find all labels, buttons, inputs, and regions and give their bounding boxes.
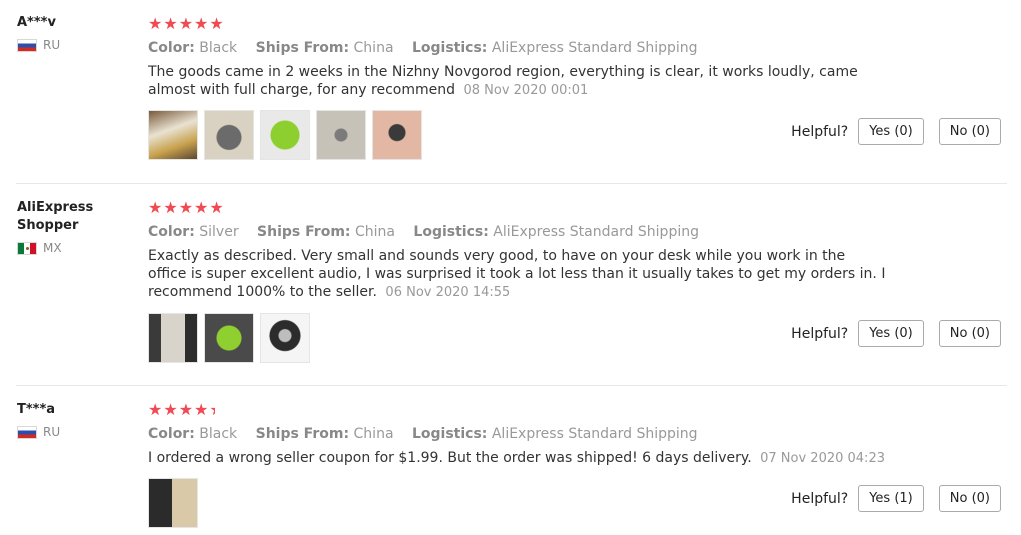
- review-photos: [148, 110, 422, 160]
- review-item: AliExpress Shopper MX ★★★★★ Color: Silve…: [0, 184, 1021, 385]
- star-icon: ★: [178, 198, 195, 217]
- review-photo[interactable]: [148, 110, 198, 160]
- reviewer-info: T***a RU: [17, 401, 127, 439]
- helpful-yes-button[interactable]: Yes (1): [858, 485, 924, 512]
- star-icon: ★: [194, 14, 210, 33]
- helpful-no-button[interactable]: No (0): [938, 485, 1001, 512]
- star-icon: ★: [148, 400, 164, 419]
- star-icon: ★: [194, 198, 210, 217]
- helpful-label: Helpful?: [791, 490, 849, 507]
- review-content: ★★★★★ Color: Black Ships From: China Log…: [148, 401, 1008, 468]
- review-photo[interactable]: [148, 313, 198, 363]
- review-item: A***v RU ★★★★★ Color: Black Ships From: …: [0, 0, 1021, 183]
- logistics-label: Logistics:: [411, 426, 488, 442]
- helpful-no-button[interactable]: No (0): [938, 118, 1001, 145]
- color-label: Color:: [148, 40, 195, 56]
- helpful-vote: Helpful? Yes (1) No (0): [791, 485, 1001, 512]
- ships-from-value: China: [353, 426, 394, 442]
- order-info: Color: Silver Ships From: China Logistic…: [148, 223, 1008, 241]
- review-photo[interactable]: [204, 110, 254, 160]
- ships-from-label: Ships From:: [255, 40, 350, 56]
- color-label: Color:: [148, 426, 195, 442]
- helpful-vote: Helpful? Yes (0) No (0): [791, 320, 1001, 347]
- helpful-label: Helpful?: [791, 325, 849, 342]
- review-body: Exactly as described. Very small and sou…: [148, 248, 886, 300]
- review-text: The goods came in 2 weeks in the Nizhny …: [148, 63, 908, 100]
- logistics-label: Logistics:: [413, 224, 489, 240]
- ships-from-label: Ships From:: [257, 224, 351, 240]
- star-icon: ★: [148, 14, 164, 33]
- review-date: 08 Nov 2020 00:01: [463, 83, 589, 98]
- reviewer-name: AliExpress Shopper: [17, 200, 94, 233]
- star-icon: ★: [178, 14, 195, 33]
- color-label: Color:: [148, 224, 195, 240]
- logistics-value: AliExpress Standard Shipping: [493, 224, 699, 240]
- half-star-icon: ★: [209, 401, 215, 419]
- star-rating: ★★★★★: [148, 15, 1008, 33]
- country-code: MX: [43, 241, 62, 255]
- star-icon: ★: [209, 198, 225, 217]
- review-content: ★★★★★ Color: Black Ships From: China Log…: [148, 15, 1008, 100]
- star-rating: ★★★★★: [148, 401, 1008, 419]
- ships-from-value: China: [353, 40, 394, 56]
- star-icon: ★: [209, 14, 225, 33]
- color-value: Black: [199, 426, 238, 442]
- star-icon: ★: [178, 400, 195, 419]
- color-value: Silver: [199, 224, 239, 240]
- color-value: Black: [199, 40, 238, 56]
- country-code: RU: [43, 38, 61, 52]
- review-photos: [148, 478, 198, 528]
- star-icon: ★: [163, 198, 179, 217]
- review-photo[interactable]: [260, 313, 310, 363]
- mexico-flag-icon: [17, 241, 37, 255]
- helpful-yes-button[interactable]: Yes (0): [858, 320, 924, 347]
- review-photo[interactable]: [148, 478, 198, 528]
- review-text: Exactly as described. Very small and sou…: [148, 247, 888, 302]
- review-content: ★★★★★ Color: Silver Ships From: China Lo…: [148, 199, 1008, 302]
- order-info: Color: Black Ships From: China Logistics…: [148, 39, 1008, 57]
- review-date: 07 Nov 2020 04:23: [760, 451, 885, 466]
- logistics-value: AliExpress Standard Shipping: [491, 40, 698, 56]
- review-photo[interactable]: [316, 110, 366, 160]
- star-icon: ★: [194, 400, 210, 419]
- helpful-yes-button[interactable]: Yes (0): [858, 118, 924, 145]
- helpful-no-button[interactable]: No (0): [938, 320, 1001, 347]
- star-icon: ★: [163, 400, 179, 419]
- ships-from-value: China: [354, 224, 395, 240]
- reviewer-name: T***a: [17, 402, 56, 417]
- helpful-vote: Helpful? Yes (0) No (0): [791, 118, 1001, 145]
- star-icon: ★: [163, 14, 179, 33]
- order-info: Color: Black Ships From: China Logistics…: [148, 425, 1008, 443]
- review-body: I ordered a wrong seller coupon for $1.9…: [148, 450, 752, 466]
- review-photo[interactable]: [204, 313, 254, 363]
- helpful-label: Helpful?: [791, 123, 849, 140]
- review-text: I ordered a wrong seller coupon for $1.9…: [148, 449, 908, 468]
- reviewer-info: A***v RU: [17, 14, 127, 52]
- logistics-value: AliExpress Standard Shipping: [491, 426, 698, 442]
- star-rating: ★★★★★: [148, 199, 1008, 217]
- russia-flag-icon: [17, 425, 37, 439]
- reviewer-country: RU: [17, 425, 127, 439]
- star-icon: ★: [148, 198, 164, 217]
- review-photo[interactable]: [260, 110, 310, 160]
- reviewer-country: RU: [17, 38, 127, 52]
- review-date: 06 Nov 2020 14:55: [385, 285, 511, 300]
- country-code: RU: [43, 425, 61, 439]
- russia-flag-icon: [17, 38, 37, 52]
- reviewer-name: A***v: [17, 15, 56, 30]
- review-item: T***a RU ★★★★★ Color: Black Ships From: …: [0, 386, 1021, 535]
- reviewer-info: AliExpress Shopper MX: [17, 199, 127, 255]
- logistics-label: Logistics:: [411, 40, 488, 56]
- review-photos: [148, 313, 310, 363]
- reviewer-country: MX: [17, 241, 127, 255]
- review-photo[interactable]: [372, 110, 422, 160]
- ships-from-label: Ships From:: [255, 426, 350, 442]
